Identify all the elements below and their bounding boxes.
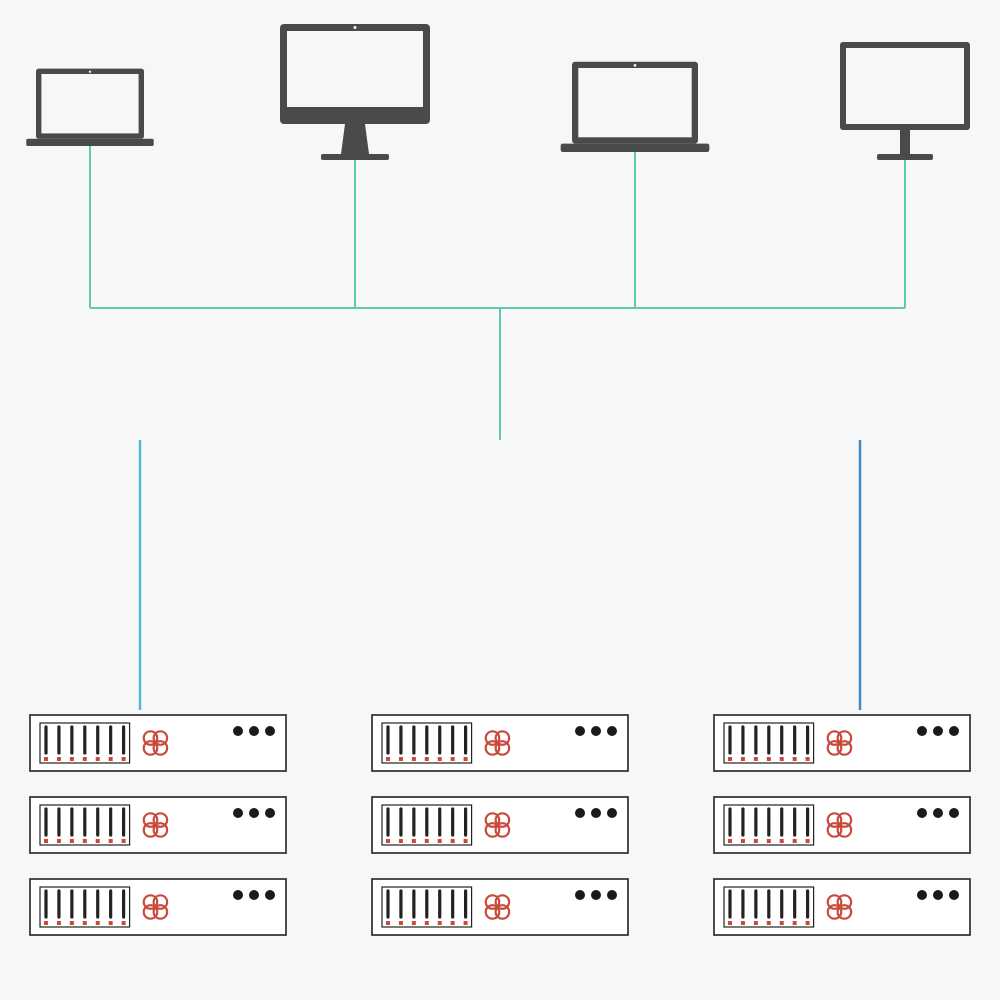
client-2 [561, 62, 710, 152]
network-diagram [0, 0, 1000, 1000]
server-unit [30, 715, 286, 771]
monitor-icon-foot [877, 154, 933, 160]
monitor-icon-stand [900, 130, 910, 154]
client-devices [26, 24, 970, 160]
connection-lines [90, 146, 905, 710]
desktop-icon-stand [341, 124, 369, 154]
laptop-icon-screen [41, 74, 138, 133]
desktop-icon-foot [321, 154, 389, 160]
server-unit [30, 797, 286, 853]
laptop-icon-base [26, 139, 153, 146]
client-1 [280, 24, 430, 160]
server-unit [714, 715, 970, 771]
client-3 [840, 42, 970, 160]
laptop-icon-screen [578, 68, 691, 137]
server-stack-1 [372, 715, 628, 935]
server-stack-2 [714, 715, 970, 935]
monitor-icon-screen [846, 48, 964, 124]
server-stack-0 [30, 715, 286, 935]
laptop-icon-base [561, 144, 710, 152]
server-unit [372, 797, 628, 853]
server-unit [30, 879, 286, 935]
server-unit [714, 879, 970, 935]
server-unit [714, 797, 970, 853]
client-0 [26, 69, 153, 146]
server-unit [372, 715, 628, 771]
desktop-icon-screen [287, 31, 423, 107]
server-racks [30, 715, 970, 935]
server-unit [372, 879, 628, 935]
